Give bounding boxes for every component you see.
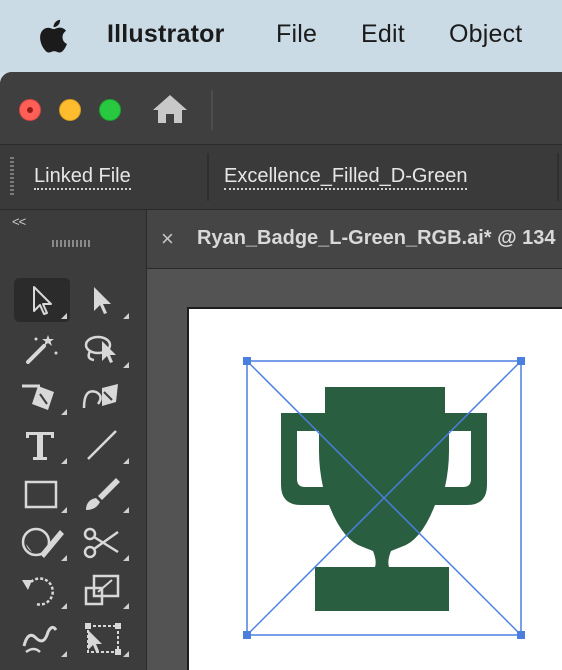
resize-handle-top-right[interactable] — [517, 357, 525, 365]
resize-handle-bottom-left[interactable] — [243, 631, 251, 639]
resize-handle-top-left[interactable] — [243, 357, 251, 365]
zoom-window-button[interactable] — [99, 99, 121, 121]
lasso-tool[interactable] — [76, 327, 132, 371]
menu-edit[interactable]: Edit — [361, 20, 405, 49]
control-bar-grip[interactable] — [10, 157, 14, 197]
apple-logo-icon[interactable] — [38, 18, 68, 54]
linked-file-link[interactable]: Linked File — [34, 165, 131, 190]
tool-flyout-indicator — [61, 409, 67, 415]
rotate-tool[interactable] — [14, 568, 70, 612]
linked-file-name-link[interactable]: Excellence_Filled_D-Green — [224, 165, 468, 190]
tool-flyout-indicator — [123, 603, 129, 609]
free-transform-tool[interactable] — [76, 616, 132, 660]
artwork-layer — [243, 357, 525, 639]
tool-flyout-indicator — [123, 313, 129, 319]
artboard[interactable] — [187, 307, 562, 670]
document-tab[interactable]: × Ryan_Badge_L-Green_RGB.ai* @ 134 — [147, 210, 562, 268]
tool-flyout-indicator — [61, 603, 67, 609]
control-bar-divider — [207, 153, 209, 201]
pen-tool[interactable] — [14, 374, 70, 418]
control-bar-divider — [557, 153, 559, 201]
direct-selection-tool[interactable] — [76, 278, 132, 322]
tool-flyout-indicator — [123, 651, 129, 657]
close-window-button[interactable] — [19, 99, 41, 121]
type-tool[interactable] — [14, 423, 70, 467]
curvature-tool[interactable] — [76, 374, 132, 418]
tool-flyout-indicator — [123, 362, 129, 368]
tool-flyout-indicator — [61, 313, 67, 319]
warp-tool[interactable] — [14, 616, 70, 660]
menu-file[interactable]: File — [276, 20, 317, 49]
line-segment-tool[interactable] — [76, 423, 132, 467]
tools-panel-grip[interactable] — [52, 240, 90, 247]
scissors-tool[interactable] — [76, 520, 132, 564]
tool-flyout-indicator — [123, 507, 129, 513]
title-bar-divider — [211, 90, 213, 130]
tool-flyout-indicator — [61, 555, 67, 561]
collapse-panel-button[interactable]: << — [12, 214, 26, 229]
selection-tool[interactable] — [14, 278, 70, 322]
illustrator-window: Linked File Excellence_Filled_D-Green << — [0, 72, 562, 670]
canvas[interactable] — [147, 269, 562, 670]
menu-app-illustrator[interactable]: Illustrator — [107, 20, 225, 49]
scale-tool[interactable] — [76, 568, 132, 612]
resize-handle-bottom-right[interactable] — [517, 631, 525, 639]
macos-menu-bar: Illustrator File Edit Object — [0, 0, 562, 72]
minimize-window-button[interactable] — [59, 99, 81, 121]
paintbrush-tool[interactable] — [76, 472, 132, 516]
tool-flyout-indicator — [123, 458, 129, 464]
magic-wand-tool[interactable] — [14, 327, 70, 371]
rectangle-tool[interactable] — [14, 472, 70, 516]
title-bar — [0, 72, 562, 145]
curvature-pen-icon — [82, 384, 118, 409]
document-tab-bar: × Ryan_Badge_L-Green_RGB.ai* @ 134 — [147, 210, 562, 269]
tool-flyout-indicator — [61, 651, 67, 657]
document-tab-title[interactable]: Ryan_Badge_L-Green_RGB.ai* @ 134 — [197, 227, 556, 250]
tool-flyout-indicator — [123, 555, 129, 561]
home-icon[interactable] — [150, 92, 190, 126]
menu-object[interactable]: Object — [449, 20, 522, 49]
close-tab-icon[interactable]: × — [161, 226, 174, 252]
tools-panel: << — [0, 210, 147, 670]
shaper-tool[interactable] — [14, 520, 70, 564]
control-bar: Linked File Excellence_Filled_D-Green — [0, 145, 562, 210]
magic-wand-icon — [26, 335, 58, 364]
tool-flyout-indicator — [61, 458, 67, 464]
tool-flyout-indicator — [61, 507, 67, 513]
